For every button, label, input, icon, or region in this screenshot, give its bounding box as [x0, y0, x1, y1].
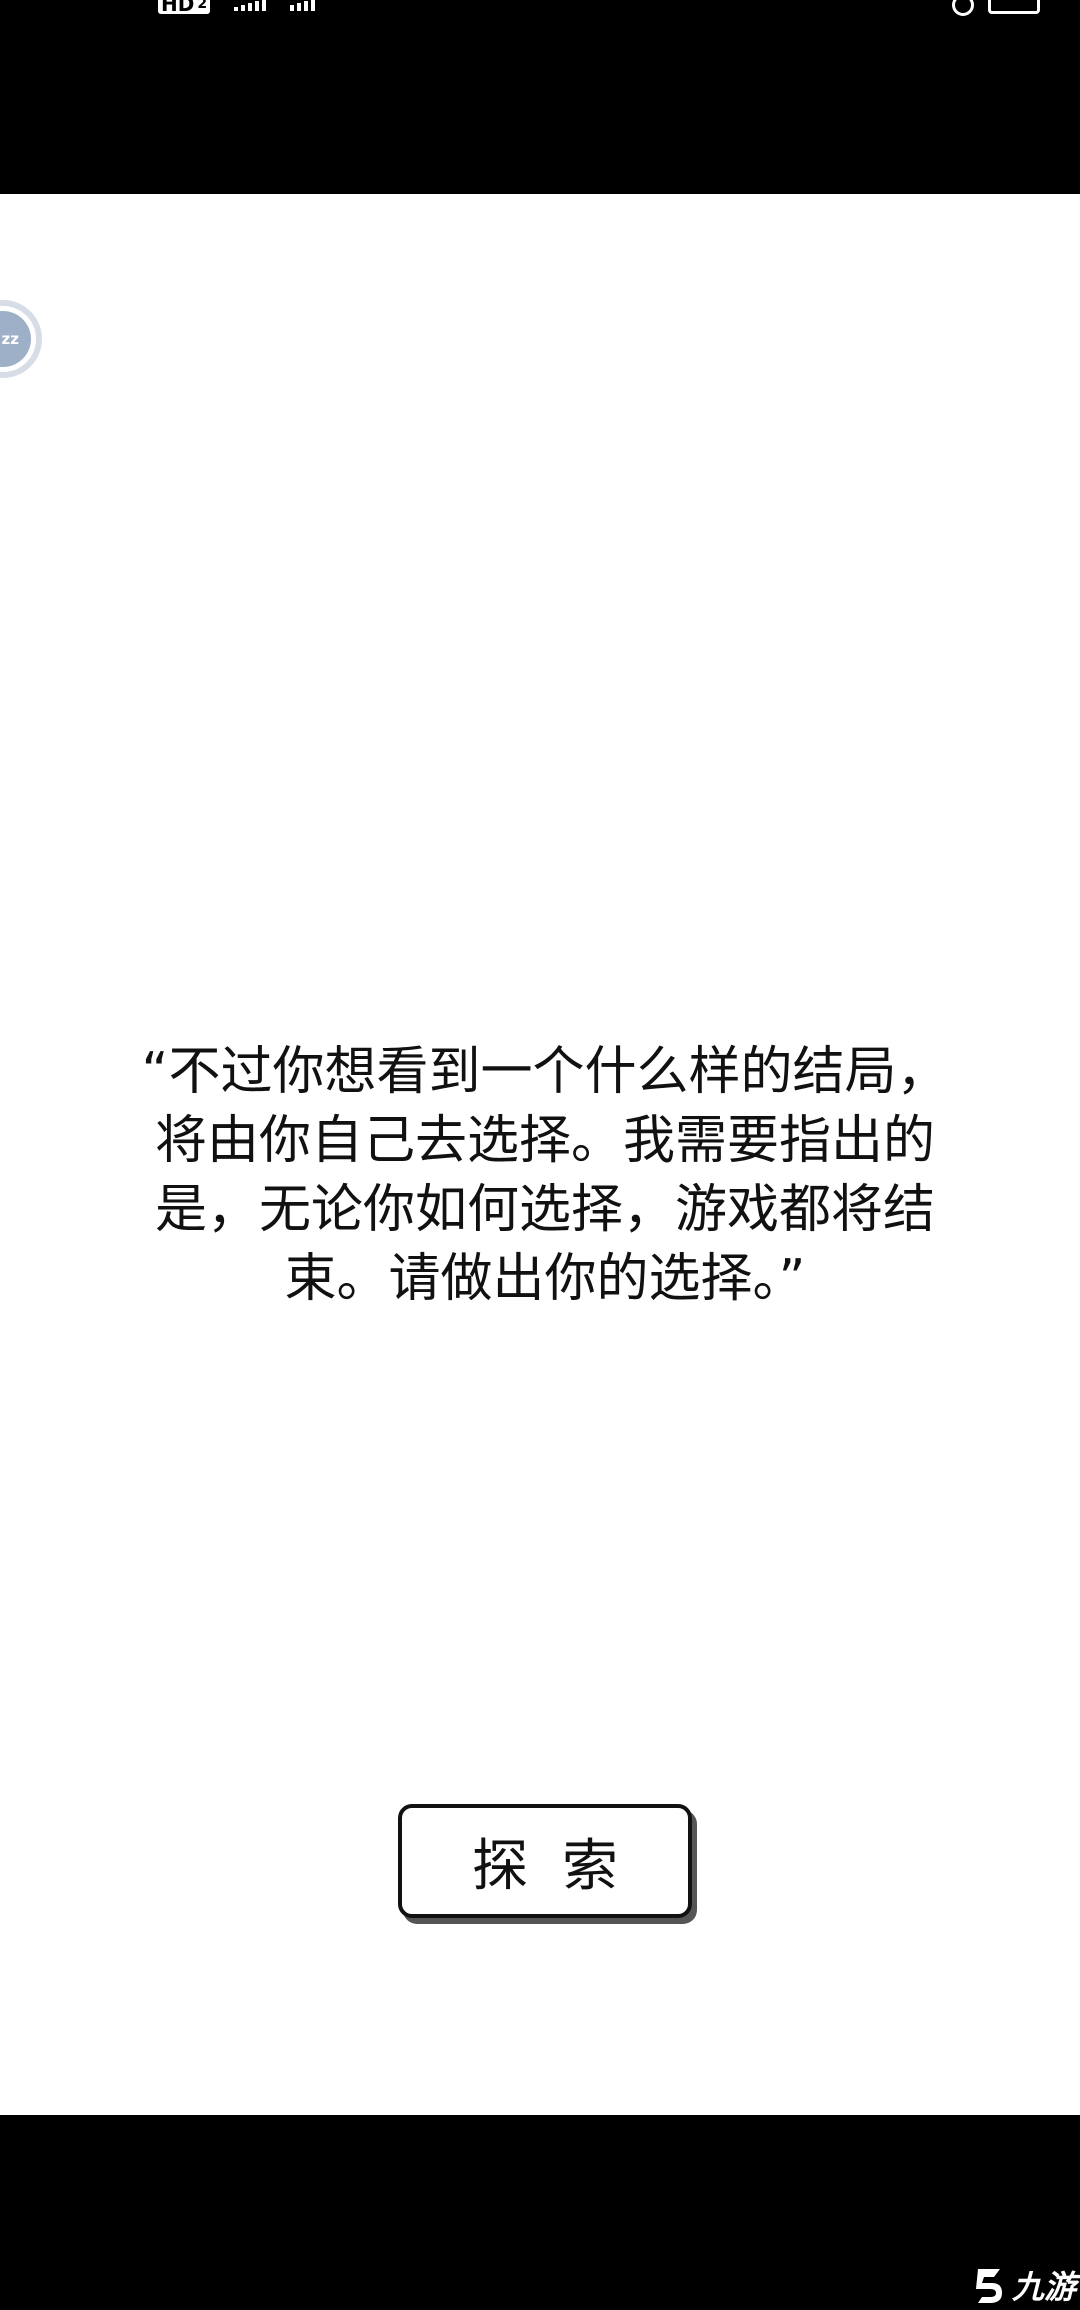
game-content-area: zz “不过你想看到一个什么样的结局，将由你自己去选择。我需要指出的是，无论你如… — [0, 194, 1080, 2115]
sleep-indicator-inner: zz — [0, 311, 31, 367]
second-signal-icon — [290, 0, 316, 11]
nine-game-logo-icon — [975, 2269, 1002, 2303]
bottom-bar: 九游 — [0, 2115, 1080, 2310]
signal-strength-icon — [234, 0, 267, 11]
explore-button[interactable]: 探索 — [398, 1804, 692, 1918]
sleep-indicator-text: zz — [1, 330, 19, 348]
hd-voice-icon: HD 2 — [158, 0, 211, 16]
sim-slot-label: 2 — [197, 0, 208, 12]
hd-label: HD — [161, 0, 195, 16]
battery-icon — [988, 0, 1040, 14]
watermark: 九游 — [972, 2262, 1076, 2308]
dialogue-text: “不过你想看到一个什么样的结局，将由你自己去选择。我需要指出的是，无论你如何选择… — [141, 1042, 949, 1309]
status-bar: HD 2 — [0, 0, 1080, 194]
alarm-icon — [952, 0, 974, 16]
status-left-group: HD 2 — [158, 0, 316, 16]
status-right-group — [952, 0, 1040, 16]
sleep-indicator-icon[interactable]: zz — [0, 300, 42, 378]
watermark-text: 九游 — [1011, 2268, 1076, 2306]
game-screen: HD 2 zz “不过你想看到一个什么样的结局，将由你自己去选择。我需要指出的是… — [0, 0, 1080, 2310]
